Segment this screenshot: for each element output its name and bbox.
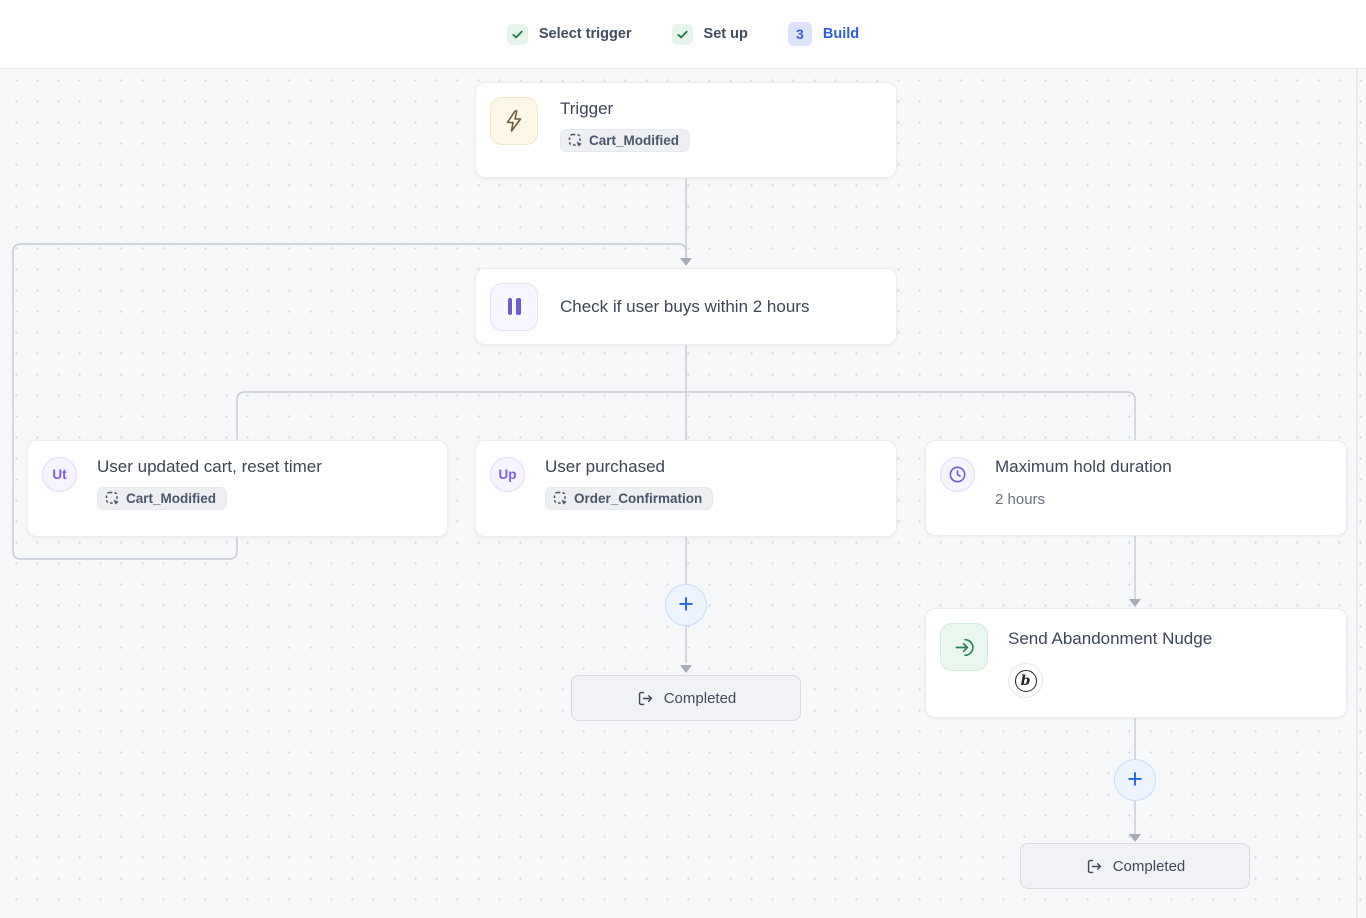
- step-number-badge: 3: [788, 22, 812, 46]
- node-title: Check if user buys within 2 hours: [560, 295, 809, 319]
- plus-icon: +: [1127, 764, 1143, 795]
- node-title: Trigger: [560, 97, 690, 121]
- step-label: Build: [823, 26, 859, 42]
- completed-label: Completed: [664, 690, 737, 707]
- arrowhead-completed-center: [680, 665, 692, 673]
- arrowhead-check: [680, 258, 692, 266]
- node-wait-check[interactable]: Check if user buys within 2 hours: [475, 268, 897, 345]
- check-icon: [507, 24, 528, 45]
- branch-badge: Up: [490, 457, 525, 492]
- node-send-nudge[interactable]: Send Abandonment Nudge b: [925, 608, 1347, 718]
- event-icon: [568, 133, 583, 148]
- branch-badge: Ut: [42, 457, 77, 492]
- step-select-trigger[interactable]: Select trigger: [507, 24, 632, 45]
- send-action-icon: [940, 623, 988, 671]
- event-tag-label: Cart_Modified: [126, 491, 216, 506]
- event-tag-label: Order_Confirmation: [574, 491, 702, 506]
- plus-icon: +: [678, 589, 694, 620]
- node-branch-purchased[interactable]: Up User purchased Order_Confirmation: [475, 440, 897, 537]
- step-bar: Select trigger Set up 3 Build: [0, 0, 1366, 69]
- event-tag-label: Cart_Modified: [589, 133, 679, 148]
- flow-canvas[interactable]: Trigger Cart_Modified Check if user buys…: [0, 68, 1366, 918]
- event-icon: [105, 491, 120, 506]
- pause-icon: [490, 283, 538, 331]
- journey-builder: Select trigger Set up 3 Build: [0, 0, 1366, 918]
- event-icon: [553, 491, 568, 506]
- node-completed-center[interactable]: Completed: [571, 675, 801, 721]
- event-tag: Cart_Modified: [560, 129, 690, 152]
- exit-icon: [1085, 857, 1104, 876]
- event-tag: Order_Confirmation: [545, 487, 713, 510]
- event-tag: Cart_Modified: [97, 487, 227, 510]
- braze-logo-icon: b: [1008, 663, 1043, 698]
- step-label: Select trigger: [539, 26, 632, 42]
- hold-duration-value: 2 hours: [995, 491, 1172, 508]
- add-step-button[interactable]: +: [665, 584, 707, 626]
- completed-label: Completed: [1113, 858, 1186, 875]
- node-title: User updated cart, reset timer: [97, 455, 322, 479]
- step-label: Set up: [704, 26, 748, 42]
- node-title: Send Abandonment Nudge: [1008, 627, 1212, 651]
- arrowhead-completed-right: [1129, 834, 1141, 842]
- add-step-button[interactable]: +: [1114, 759, 1156, 801]
- braze-logo-letter: b: [1015, 670, 1037, 692]
- step-set-up[interactable]: Set up: [672, 24, 748, 45]
- node-branch-max-hold[interactable]: Maximum hold duration 2 hours: [925, 440, 1347, 536]
- exit-icon: [636, 689, 655, 708]
- arrowhead-nudge: [1129, 599, 1141, 607]
- node-trigger[interactable]: Trigger Cart_Modified: [475, 82, 897, 178]
- node-title: Maximum hold duration: [995, 455, 1172, 479]
- clock-icon: [940, 457, 975, 492]
- check-icon: [672, 24, 693, 45]
- lightning-icon: [490, 97, 538, 145]
- step-build[interactable]: 3 Build: [788, 22, 859, 46]
- node-branch-reset-timer[interactable]: Ut User updated cart, reset timer Cart_M…: [27, 440, 448, 537]
- node-completed-right[interactable]: Completed: [1020, 843, 1250, 889]
- node-title: User purchased: [545, 455, 713, 479]
